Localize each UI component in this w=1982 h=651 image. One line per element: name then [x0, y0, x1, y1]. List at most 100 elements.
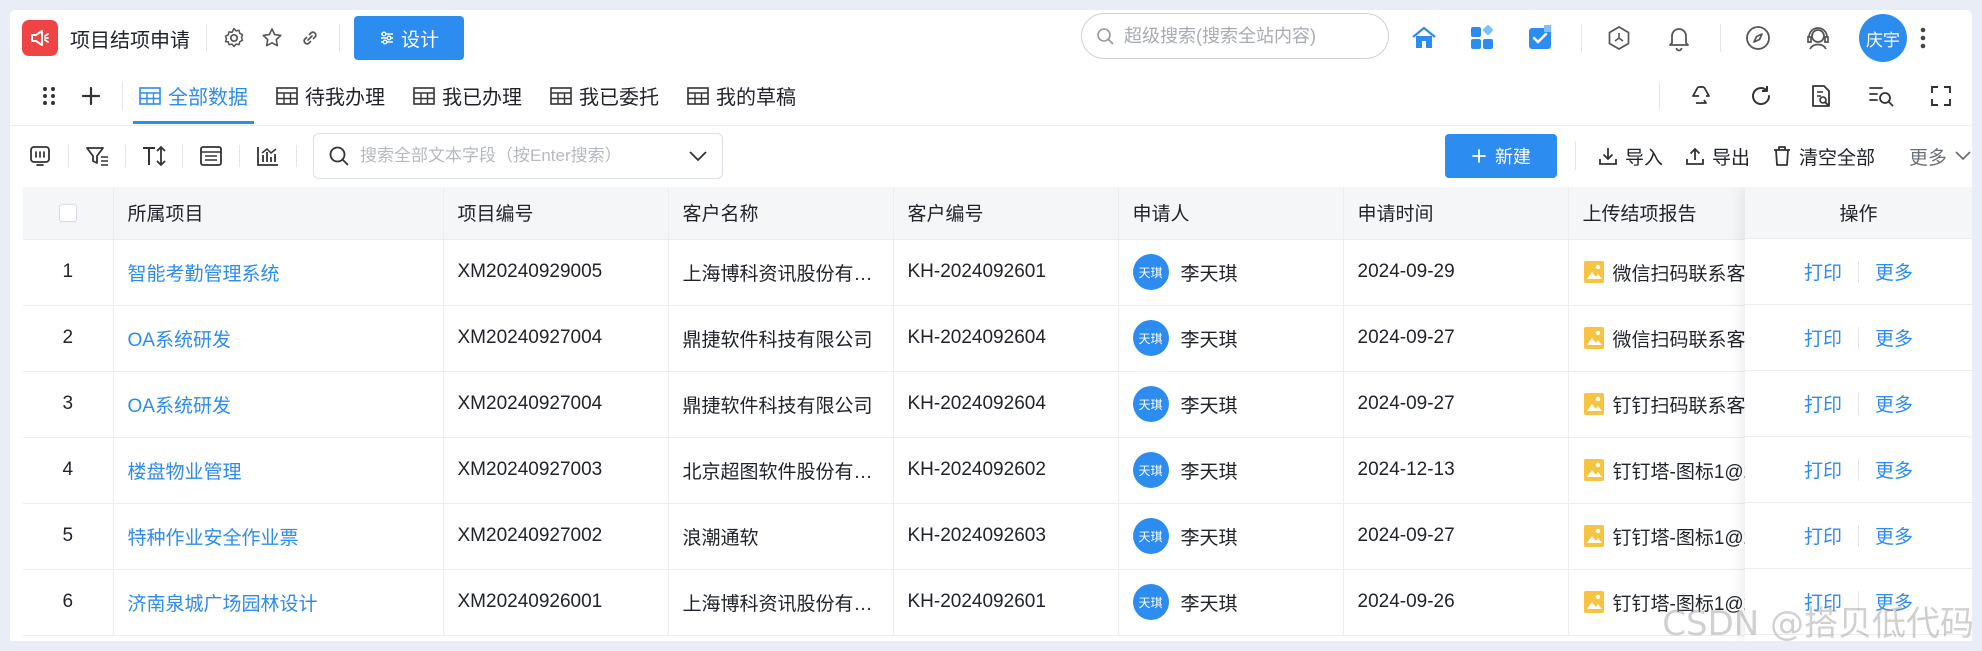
tab-handled[interactable]: 我已办理 — [399, 66, 536, 126]
row-height-icon[interactable] — [193, 138, 229, 174]
applicant-name: 李天琪 — [1180, 329, 1238, 351]
add-view-icon[interactable] — [76, 77, 106, 115]
print-link[interactable]: 打印 — [1788, 390, 1858, 417]
report-file-name[interactable]: 钉钉扫码联系客服 — [1613, 391, 1765, 418]
project-link[interactable]: 楼盘物业管理 — [113, 437, 444, 504]
tab-pending[interactable]: 待我办理 — [262, 66, 399, 126]
filter-icon[interactable] — [79, 138, 115, 174]
column-header[interactable]: 所属项目 — [113, 187, 444, 240]
table-row[interactable]: 1 智能考勤管理系统 XM20240929005 上海博科资讯股份有限公司 KH-202… — [23, 239, 1972, 306]
tab-delegated[interactable]: 我已委托 — [536, 66, 673, 126]
user-avatar[interactable]: 庆宇 — [1859, 14, 1907, 62]
divider — [1659, 82, 1660, 110]
divider — [1720, 24, 1721, 52]
chevron-down-icon[interactable] — [688, 150, 708, 162]
operations-row: 打印 更多 — [1745, 239, 1972, 305]
column-header[interactable]: 项目编号 — [443, 187, 669, 240]
drag-handle-icon[interactable] — [34, 77, 64, 115]
global-search-box[interactable] — [1081, 13, 1389, 59]
customer-name: 浪潮通软 — [668, 503, 894, 570]
settings-gear-icon[interactable] — [215, 19, 253, 57]
applicant-avatar: 天琪 — [1132, 452, 1169, 488]
design-button[interactable]: 设计 — [354, 16, 464, 60]
task-check-icon[interactable] — [1521, 19, 1559, 57]
search-icon — [1097, 28, 1114, 45]
watermark-text: CSDN @搭贝低代码 — [1662, 604, 1974, 644]
table-header-row: 所属项目 项目编号 客户名称 客户编号 申请人 申请时间 上传结项报告 — [23, 187, 1972, 240]
table-row[interactable]: 4 楼盘物业管理 XM20240927003 北京超图软件股份有限公司 KH-20240… — [23, 437, 1972, 504]
favorite-star-icon[interactable] — [253, 19, 291, 57]
document-search-icon[interactable] — [1802, 77, 1840, 115]
print-link[interactable]: 打印 — [1788, 522, 1858, 549]
notification-bell-icon[interactable] — [1660, 19, 1698, 57]
select-all-checkbox[interactable] — [58, 203, 77, 222]
table-row[interactable]: 2 OA系统研发 XM20240927004 鼎捷软件科技有限公司 KH-2024092… — [23, 305, 1972, 372]
global-search-input[interactable] — [1124, 25, 1364, 47]
project-link[interactable]: OA系统研发 — [113, 371, 444, 438]
applicant-cell: 天琪 李天琪 — [1118, 371, 1344, 438]
row-more-link[interactable]: 更多 — [1859, 456, 1929, 483]
print-link[interactable]: 打印 — [1788, 258, 1858, 285]
home-icon[interactable] — [1405, 19, 1443, 57]
customer-name: 上海博科资讯股份有限公司 — [668, 569, 894, 636]
row-more-link[interactable]: 更多 — [1859, 258, 1929, 285]
customer-service-icon[interactable] — [1799, 19, 1837, 57]
divider — [296, 145, 297, 167]
report-file-name[interactable]: 微信扫码联系客服 — [1613, 259, 1765, 286]
fullscreen-icon[interactable] — [1922, 77, 1960, 115]
divider — [1574, 142, 1576, 170]
customer-code: KH-2024092602 — [893, 437, 1119, 504]
row-more-link[interactable]: 更多 — [1859, 390, 1929, 417]
report-file-name[interactable]: 钉钉塔-图标1@2x — [1613, 457, 1764, 484]
app-grid-icon[interactable] — [1463, 19, 1501, 57]
view-settings-icon[interactable] — [22, 138, 58, 174]
more-actions-button[interactable]: 更多 — [1909, 143, 1972, 170]
tab-label: 全部数据 — [168, 87, 248, 109]
row-more-link[interactable]: 更多 — [1859, 324, 1929, 351]
sort-text-icon[interactable] — [136, 138, 172, 174]
chart-icon[interactable] — [250, 138, 286, 174]
hexagon-share-icon[interactable] — [1600, 19, 1638, 57]
project-link[interactable]: 济南泉城广场园林设计 — [113, 569, 444, 636]
clear-all-button[interactable]: 清空全部 — [1772, 143, 1875, 170]
project-link[interactable]: 智能考勤管理系统 — [113, 239, 444, 306]
compass-icon[interactable] — [1739, 19, 1777, 57]
select-all-cell[interactable] — [23, 187, 114, 240]
search-icon — [329, 146, 349, 166]
recycle-icon[interactable] — [1682, 77, 1720, 115]
export-button[interactable]: 导出 — [1685, 143, 1750, 170]
print-link[interactable]: 打印 — [1788, 324, 1858, 351]
column-header[interactable]: 申请人 — [1118, 187, 1344, 240]
column-header[interactable]: 申请时间 — [1343, 187, 1569, 240]
customer-name: 上海博科资讯股份有限公司 — [668, 239, 894, 306]
applicant-cell: 天琪 李天琪 — [1118, 437, 1344, 504]
divider — [239, 145, 240, 167]
column-header[interactable]: 客户编号 — [893, 187, 1119, 240]
project-link[interactable]: OA系统研发 — [113, 305, 444, 372]
toolbar-actions: 新建 导入 导出 清空全部 更多 — [1444, 127, 1972, 185]
table-search-box[interactable] — [313, 133, 723, 179]
new-record-button[interactable]: 新建 — [1444, 134, 1557, 178]
table-search-input[interactable] — [360, 146, 678, 166]
column-header[interactable]: 客户名称 — [668, 187, 894, 240]
refresh-icon[interactable] — [1742, 77, 1780, 115]
tab-label: 我已办理 — [442, 87, 522, 109]
print-link[interactable]: 打印 — [1788, 456, 1858, 483]
import-button[interactable]: 导入 — [1598, 143, 1663, 170]
row-more-link[interactable]: 更多 — [1859, 522, 1929, 549]
project-code: XM20240929005 — [443, 239, 669, 306]
table-row[interactable]: 5 特种作业安全作业票 XM20240927002 浪潮通软 KH-2024092603… — [23, 503, 1972, 570]
tab-drafts[interactable]: 我的草稿 — [673, 66, 810, 126]
table-row[interactable]: 3 OA系统研发 XM20240927004 鼎捷软件科技有限公司 KH-2024092… — [23, 371, 1972, 438]
table-icon — [139, 86, 161, 105]
top-right-icons: 庆宇 — [1405, 10, 1933, 66]
image-file-icon — [1583, 591, 1604, 613]
list-search-icon[interactable] — [1862, 77, 1900, 115]
report-file-name[interactable]: 钉钉塔-图标1@2x — [1613, 523, 1764, 550]
report-file-name[interactable]: 微信扫码联系客服 — [1613, 325, 1765, 352]
share-link-icon[interactable] — [291, 19, 329, 57]
customer-code: KH-2024092601 — [893, 239, 1119, 306]
tab-all-data[interactable]: 全部数据 — [125, 66, 262, 126]
project-link[interactable]: 特种作业安全作业票 — [113, 503, 444, 570]
more-vertical-icon[interactable] — [1913, 19, 1933, 57]
